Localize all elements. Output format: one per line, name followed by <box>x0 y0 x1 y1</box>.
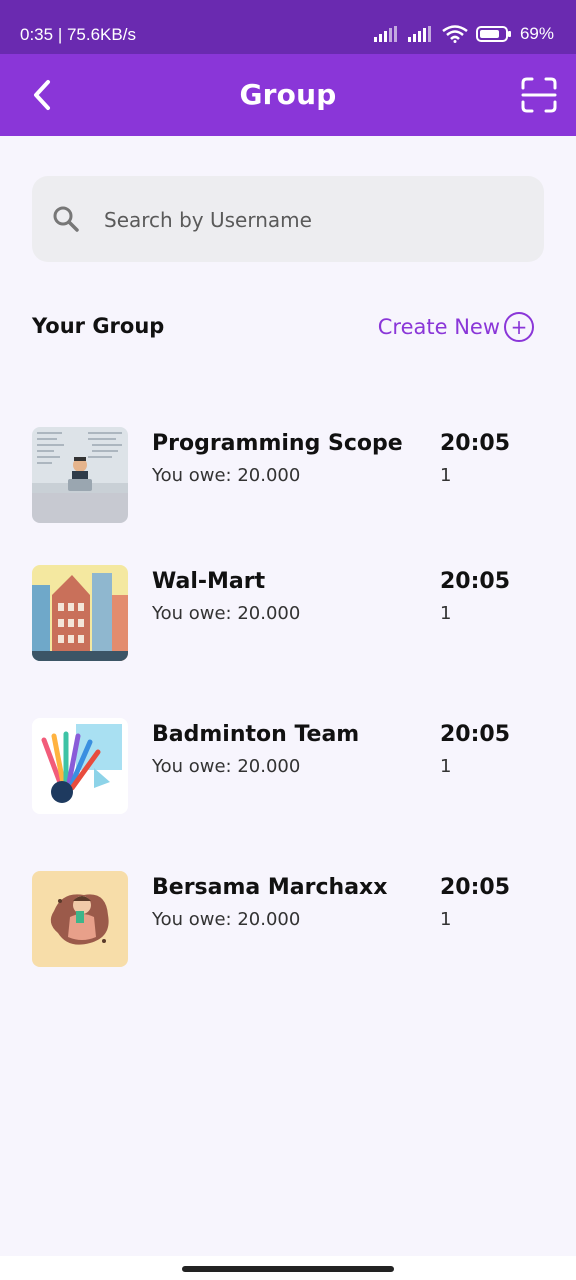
group-name: Badminton Team <box>152 722 360 747</box>
search-icon <box>53 206 79 232</box>
group-thumbnail <box>32 565 128 661</box>
group-time: 20:05 <box>440 431 511 456</box>
group-time: 20:05 <box>440 569 511 594</box>
group-name: Bersama Marchaxx <box>152 875 388 900</box>
battery-icon <box>475 26 511 42</box>
group-thumbnail <box>32 718 128 814</box>
group-owe: You owe: 20.000 <box>152 756 301 777</box>
group-count: 1 <box>440 756 452 777</box>
wifi-icon <box>442 25 468 43</box>
status-time-speed: 0:35 | 75.6KB/s <box>20 25 136 44</box>
status-time: 0:35 <box>20 25 54 44</box>
app-bar: Group <box>0 54 576 136</box>
group-thumbnail <box>32 427 128 523</box>
section-title: Your Group <box>32 314 165 338</box>
group-owe: You owe: 20.000 <box>152 909 301 930</box>
group-count: 1 <box>440 465 452 486</box>
battery-percent: 69% <box>519 24 554 43</box>
group-owe: You owe: 20.000 <box>152 603 301 624</box>
status-icons: 69% <box>373 24 554 44</box>
group-row[interactable]: Programming Scope You owe: 20.000 20:05 … <box>32 427 544 527</box>
status-speed: 75.6KB/s <box>66 25 136 44</box>
group-row[interactable]: Bersama Marchaxx You owe: 20.000 20:05 1 <box>32 871 544 971</box>
signal-icon <box>373 26 397 42</box>
page-title: Group <box>239 78 337 111</box>
group-count: 1 <box>440 909 452 930</box>
group-row[interactable]: Badminton Team You owe: 20.000 20:05 1 <box>32 718 544 818</box>
search-input[interactable] <box>102 176 526 264</box>
group-name: Wal-Mart <box>152 569 266 594</box>
scan-icon[interactable] <box>520 76 558 114</box>
status-bar: 0:35 | 75.6KB/s 69% <box>0 0 576 54</box>
signal-icon-2 <box>407 26 431 42</box>
group-owe: You owe: 20.000 <box>152 465 301 486</box>
home-indicator[interactable] <box>182 1266 394 1272</box>
create-new-label: Create New <box>377 315 500 339</box>
group-thumbnail <box>32 871 128 967</box>
group-name: Programming Scope <box>152 431 403 456</box>
group-time: 20:05 <box>440 722 511 747</box>
search-box[interactable] <box>32 176 544 264</box>
plus-circle-icon: + <box>504 312 534 342</box>
group-count: 1 <box>440 603 452 624</box>
group-time: 20:05 <box>440 875 511 900</box>
group-row[interactable]: Wal-Mart You owe: 20.000 20:05 1 <box>32 565 544 665</box>
create-new-button[interactable]: Create New + <box>378 312 534 342</box>
